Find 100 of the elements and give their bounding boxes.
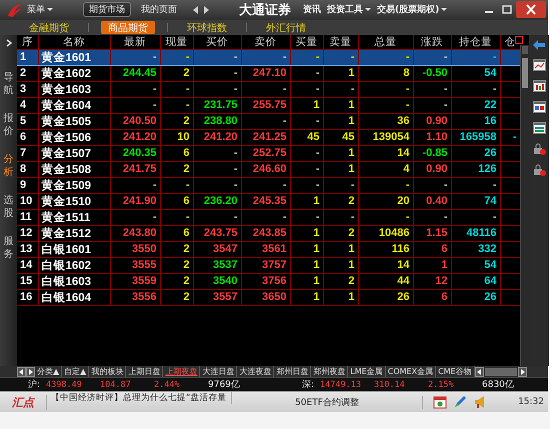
sidebar-item[interactable]: 报价 bbox=[4, 112, 14, 139]
table-row[interactable]: 9 黄金1509 - - - - - - - - - bbox=[17, 177, 520, 194]
table-cell: - bbox=[160, 209, 193, 226]
right-arrow-icon[interactable] bbox=[518, 366, 527, 377]
lock-icon[interactable] bbox=[532, 164, 546, 176]
menu-item[interactable]: 资讯 bbox=[303, 3, 321, 16]
table-row[interactable]: 2 黄金1602 244.45 2 - 247.10 - 1 8 -0.50 54 bbox=[17, 65, 520, 82]
table-cell: - bbox=[110, 177, 160, 194]
table-cell: 139054 bbox=[358, 129, 413, 146]
table-cell: 1 bbox=[290, 241, 323, 258]
column-header[interactable]: 涨跌 bbox=[413, 34, 451, 50]
table-cell: 11 bbox=[17, 209, 38, 226]
table-row[interactable]: 1 黄金1601 - - - - - - - - - bbox=[17, 49, 520, 66]
table-cell: 1 bbox=[323, 289, 358, 306]
table-row[interactable]: 5 黄金1505 240.50 2 238.80 - - 1 36 0.90 16 bbox=[17, 113, 520, 130]
table-cell: - bbox=[290, 177, 323, 194]
column-header[interactable]: 最新 bbox=[110, 34, 160, 50]
table-cell: 2 bbox=[160, 113, 193, 130]
table-row[interactable]: 10 黄金1510 241.90 6 236.20 245.35 1 2 20 0.40 74 bbox=[17, 193, 520, 210]
table-row[interactable]: 15 白银1603 3559 2 3540 3756 1 2 44 12 64 bbox=[17, 273, 520, 290]
calendar-icon[interactable] bbox=[433, 395, 447, 410]
sidebar-item[interactable]: 选股 bbox=[4, 194, 14, 221]
column-header[interactable]: 持仓量 bbox=[451, 34, 500, 50]
table-row[interactable]: 8 黄金1508 241.75 2 - 246.60 - 1 4 0.90 126 bbox=[17, 161, 520, 178]
table-row[interactable]: 6 黄金1506 241.20 10 241.20 241.25 45 45 139054 1.10 165958 - bbox=[17, 129, 520, 146]
column-header[interactable]: 买量 bbox=[290, 34, 323, 50]
menu-item[interactable]: 交易(股票期权) bbox=[377, 3, 448, 16]
sidebar-item[interactable]: 服务 bbox=[4, 234, 14, 262]
table-cell: 1 bbox=[290, 289, 323, 306]
scrollbar[interactable] bbox=[484, 368, 517, 376]
table-cell: 26 bbox=[451, 145, 500, 162]
menu-item[interactable]: 投资工具 bbox=[327, 3, 371, 16]
table-cell: - bbox=[413, 49, 451, 66]
news-ticker[interactable]: 【中国经济时评】总理为什么七提“盘活存量 bbox=[47, 392, 232, 404]
bar-chart-icon[interactable] bbox=[532, 80, 546, 92]
table-cell: 3547 bbox=[193, 241, 241, 258]
table-cell: 黄金1507 bbox=[38, 145, 110, 162]
table-cell: 3756 bbox=[241, 273, 290, 290]
table-cell: 20 bbox=[358, 193, 413, 210]
table-cell: 1.10 bbox=[413, 129, 451, 146]
table-cell: 3650 bbox=[241, 289, 290, 306]
table-cell: 241.25 bbox=[241, 129, 290, 146]
scrollbar[interactable] bbox=[520, 44, 529, 366]
square-icon[interactable] bbox=[515, 36, 523, 44]
sidebar-item[interactable]: 导航 bbox=[4, 70, 14, 98]
column-header[interactable]: 卖量 bbox=[323, 34, 358, 50]
column-header[interactable]: 卖价 bbox=[241, 34, 290, 50]
window-icon[interactable] bbox=[532, 100, 546, 113]
table-row[interactable]: 12 黄金1512 243.80 6 243.75 243.85 1 2 10486 1.15 48116 bbox=[17, 225, 520, 242]
tab[interactable]: 外汇行情 bbox=[259, 20, 313, 34]
tab[interactable]: 金融期货 bbox=[22, 20, 76, 34]
table-cell: 1 bbox=[323, 65, 358, 82]
table-cell: - bbox=[323, 81, 358, 98]
table-row[interactable]: 11 黄金1511 - - - - - - - - - bbox=[17, 209, 520, 226]
column-header[interactable]: 名称 bbox=[38, 34, 110, 50]
menu-button[interactable]: 菜单 bbox=[27, 3, 53, 16]
tab[interactable]: 环球指数 bbox=[180, 20, 234, 34]
table-cell: 241.20 bbox=[110, 129, 160, 146]
right-arrow-icon[interactable] bbox=[26, 366, 35, 377]
tab[interactable]: 我的页面 bbox=[135, 2, 183, 18]
column-header[interactable]: 现量 bbox=[160, 34, 193, 50]
table-cell: 3537 bbox=[193, 257, 241, 274]
lock-icon[interactable] bbox=[532, 142, 546, 155]
table-row[interactable]: 16 白银1604 3556 2 3557 3650 1 1 26 6 26 bbox=[17, 289, 520, 306]
table-cell: 1 bbox=[17, 49, 38, 66]
table-cell: 1 bbox=[290, 97, 323, 114]
chevron-right-icon[interactable] bbox=[4, 38, 12, 47]
tab[interactable]: 期货市场 bbox=[83, 2, 131, 18]
index-value: 2.44% bbox=[154, 380, 181, 390]
close-icon[interactable] bbox=[516, 1, 546, 18]
table-cell: - bbox=[290, 145, 323, 162]
table-cell: 10 bbox=[160, 129, 193, 146]
sidebar-item[interactable]: 分析 bbox=[4, 152, 14, 180]
table-row[interactable]: 3 黄金1603 - - - - - - - - - bbox=[17, 81, 520, 98]
table-cell: 241.20 bbox=[193, 129, 241, 146]
table-row[interactable]: 13 白银1601 3550 2 3547 3561 1 1 116 6 332 bbox=[17, 241, 520, 258]
line-chart-icon[interactable] bbox=[532, 58, 546, 71]
table-row[interactable]: 7 黄金1507 240.35 6 - 252.75 - 1 14 -0.85 26 bbox=[17, 145, 520, 162]
table-cell: - bbox=[110, 97, 160, 114]
column-header[interactable]: 买价 bbox=[193, 34, 241, 50]
left-arrow-icon[interactable] bbox=[17, 366, 26, 377]
column-header[interactable]: 序 bbox=[17, 34, 38, 50]
column-header[interactable]: 总量 bbox=[358, 34, 413, 50]
back-arrow-icon[interactable] bbox=[533, 40, 545, 50]
index-value: 2.15% bbox=[428, 380, 455, 390]
table-row[interactable]: 14 白银1602 3555 2 3537 3757 1 1 14 1 54 bbox=[17, 257, 520, 274]
right-arrow-icon[interactable] bbox=[204, 6, 209, 14]
table-cell: 6 bbox=[17, 129, 38, 146]
table-cell: 165958 bbox=[451, 129, 500, 146]
left-arrow-icon[interactable] bbox=[193, 6, 198, 14]
caret-icon bbox=[47, 8, 53, 12]
table-icon[interactable] bbox=[532, 122, 546, 134]
table-cell: 6 bbox=[160, 225, 193, 242]
table-cell: 黄金1603 bbox=[38, 81, 110, 98]
table-cell: 4 bbox=[358, 161, 413, 178]
table-cell: 10486 bbox=[358, 225, 413, 242]
left-arrow-icon[interactable] bbox=[474, 366, 484, 377]
table-row[interactable]: 4 黄金1604 - - 231.75 255.75 1 1 - - 22 bbox=[17, 97, 520, 114]
megaphone-icon[interactable] bbox=[473, 395, 487, 410]
pen-icon[interactable] bbox=[453, 395, 467, 410]
